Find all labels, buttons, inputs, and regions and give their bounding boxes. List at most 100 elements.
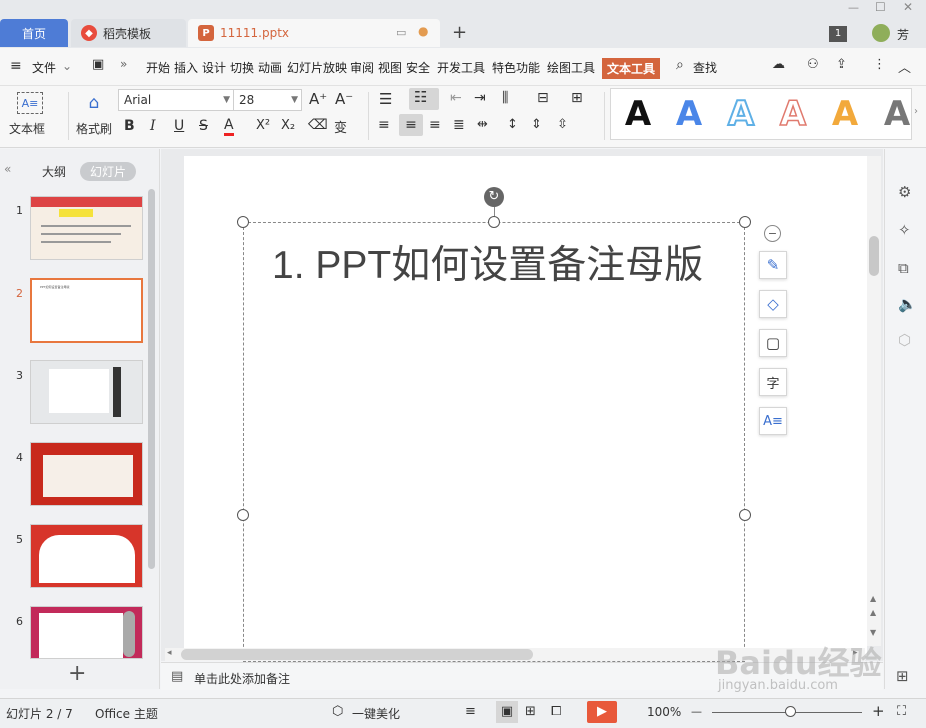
menu-view[interactable]: 视图 [378, 59, 402, 76]
bullet-list-icon[interactable]: ☰ [379, 90, 392, 108]
rotate-handle-icon[interactable]: ↻ [484, 187, 504, 207]
zoom-out-button[interactable]: — [691, 705, 702, 718]
scroll-right-icon[interactable]: ▸ [853, 648, 858, 658]
sound-icon[interactable]: 🔈 [898, 295, 917, 313]
menu-search[interactable]: 查找 [693, 59, 717, 76]
format-brush-icon[interactable]: ⌂ [83, 92, 105, 114]
wordart-style-gray[interactable]: A [877, 92, 911, 136]
slide-thumbnail-2[interactable]: PPT如何设置备注母版 [30, 278, 143, 343]
transition-icon[interactable]: ⧉ [898, 259, 909, 277]
slide-thumbnail-5[interactable] [30, 524, 143, 588]
hamburger-icon[interactable]: ≡ [10, 58, 22, 74]
resize-handle[interactable] [739, 509, 751, 521]
align-left-icon[interactable]: ≡ [378, 117, 390, 133]
menu-design[interactable]: 设计 [202, 59, 226, 76]
grid-view-icon[interactable]: ⊞ [896, 667, 909, 685]
new-tab-button[interactable]: + [452, 22, 467, 43]
strikethrough-button[interactable]: S [199, 118, 208, 134]
align-center-icon[interactable]: ≡ [399, 114, 423, 136]
subscript-button[interactable]: X₂ [281, 118, 295, 133]
zoom-slider-thumb[interactable] [785, 706, 796, 717]
slide-title[interactable]: 1. PPT如何设置备注母版 [272, 234, 703, 290]
share-user-icon[interactable]: ⚇ [807, 57, 819, 72]
underline-button[interactable]: U [174, 118, 184, 134]
minimize-button[interactable]: — [848, 1, 859, 14]
vertical-scrollbar[interactable]: ▲ ▲ ▼ [867, 156, 881, 646]
fit-window-icon[interactable]: ⛶ [897, 704, 906, 719]
slide-thumbnail-3[interactable] [30, 360, 143, 424]
tab-slides[interactable]: 幻灯片 [80, 162, 137, 181]
italic-button[interactable]: I [150, 118, 156, 134]
decrease-indent-icon[interactable]: ⇤ [450, 90, 462, 106]
menu-text-tools[interactable]: 文本工具 [602, 58, 661, 79]
tab-outline[interactable]: 大纲 [42, 163, 66, 180]
cube-icon[interactable]: ⬡ [898, 331, 911, 349]
page-up-icon[interactable]: ▲ [870, 608, 876, 617]
menu-slideshow[interactable]: 幻灯片放映 [287, 59, 347, 76]
menu-drawing-tools[interactable]: 绘图工具 [547, 59, 595, 76]
settings-sliders-icon[interactable]: ⚙ [898, 183, 911, 201]
justify-icon[interactable]: ≣ [453, 117, 465, 133]
resize-handle[interactable] [237, 509, 249, 521]
notes-pane[interactable]: ▤ 单击此处添加备注 [161, 662, 883, 690]
decrease-font-icon[interactable]: A⁻ [335, 90, 353, 108]
paragraph-spacing-icon[interactable]: ⇕ [531, 117, 542, 132]
vertical-scroll-thumb[interactable] [869, 236, 879, 276]
more-chevron-icon[interactable]: » [120, 57, 127, 71]
save-icon[interactable]: ▣ [92, 57, 104, 72]
tab-daoke-templates[interactable]: ◆ 稻壳模板 [71, 19, 186, 47]
menu-review[interactable]: 审阅 [350, 59, 374, 76]
increase-indent-icon[interactable]: ⇥ [474, 90, 486, 106]
superscript-button[interactable]: X² [256, 118, 270, 133]
shape-style-button[interactable]: ✎ [759, 251, 787, 279]
close-button[interactable]: ✕ [903, 0, 913, 14]
font-name-select[interactable]: Arial ▼ [118, 89, 234, 111]
reading-view-icon[interactable]: ⧠ [551, 704, 561, 719]
panel-scrollbar[interactable] [148, 189, 155, 569]
one-click-beautify[interactable]: 一键美化 [352, 705, 400, 722]
wordart-style-outline-blue[interactable]: A [721, 92, 761, 136]
align-text-icon[interactable]: ⊟ [537, 90, 549, 106]
text-format-button[interactable]: 字 [759, 368, 787, 396]
wordart-style-black[interactable]: A [618, 92, 658, 136]
numbered-list-icon[interactable]: ☷ [409, 88, 439, 110]
gallery-scroll-right-icon[interactable]: › [914, 106, 918, 117]
collapse-tools-icon[interactable]: − [764, 225, 781, 242]
textbox-icon[interactable]: A≡ [17, 92, 43, 114]
chevron-down-icon[interactable]: ⌄ [62, 59, 72, 73]
textbox-label[interactable]: 文本框 [9, 120, 45, 137]
slide-thumbnail-6[interactable] [30, 606, 143, 659]
monitor-icon[interactable]: ▭ [396, 26, 406, 39]
text-effects-button[interactable]: A≡ [759, 407, 787, 435]
cloud-sync-icon[interactable]: ☁ [772, 57, 785, 72]
menu-start[interactable]: 开始 [146, 59, 170, 76]
notes-placeholder[interactable]: 单击此处添加备注 [194, 670, 290, 687]
font-color-button[interactable]: A [224, 117, 234, 136]
font-size-select[interactable]: 28 ▼ [233, 89, 302, 111]
more-options-icon[interactable]: ⋮ [873, 57, 886, 72]
line-spacing-icon[interactable]: ↕ [507, 117, 518, 132]
export-icon[interactable]: ⇪ [836, 57, 847, 72]
play-slideshow-button[interactable]: ▶ [587, 701, 617, 723]
distribute-icon[interactable]: ⇹ [477, 117, 488, 132]
tab-home[interactable]: 首页 [0, 19, 68, 47]
wordart-style-outline-red[interactable]: A [773, 92, 813, 136]
menu-special[interactable]: 特色功能 [492, 59, 540, 76]
user-avatar[interactable] [872, 24, 890, 42]
normal-view-icon[interactable]: ▣ [496, 701, 518, 723]
format-brush-label[interactable]: 格式刷 [76, 120, 112, 137]
shape-outline-button[interactable]: ▢ [759, 329, 787, 357]
collapse-panel-icon[interactable]: « [4, 162, 11, 176]
align-right-icon[interactable]: ≡ [429, 117, 441, 133]
menu-transition[interactable]: 切换 [230, 59, 254, 76]
phonetic-guide-button[interactable]: 变 [334, 117, 347, 136]
beautify-icon[interactable]: ⬡ [332, 704, 343, 719]
bold-button[interactable]: B [124, 118, 135, 134]
increase-font-icon[interactable]: A⁺ [309, 90, 327, 108]
text-direction-icon[interactable]: ⫼ [502, 90, 508, 106]
wordart-style-orange[interactable]: A [825, 92, 865, 136]
slide-thumbnail-1[interactable] [30, 196, 143, 260]
search-icon[interactable]: ⌕ [676, 57, 684, 73]
spacing-options-icon[interactable]: ⇳ [557, 117, 568, 132]
wordart-style-blue[interactable]: A [669, 92, 709, 136]
